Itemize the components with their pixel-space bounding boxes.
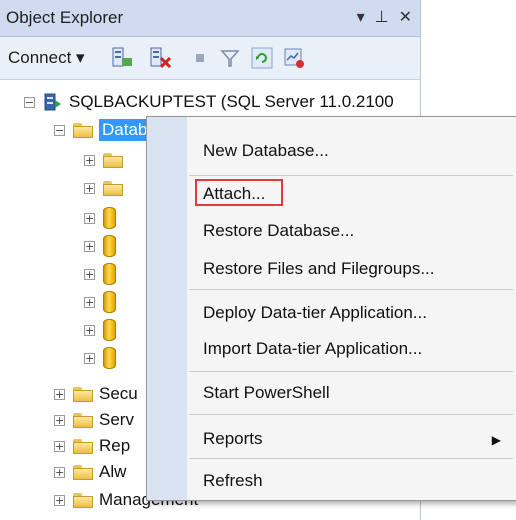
connect-button[interactable]: Connect ▾ bbox=[8, 48, 85, 68]
tree-row-database-4[interactable]: + bbox=[84, 288, 116, 316]
expand-toggle[interactable]: + bbox=[54, 466, 65, 478]
tree-row-database-5[interactable]: + bbox=[84, 316, 116, 344]
tree-row-database-1[interactable]: + bbox=[84, 204, 116, 232]
tree-row-database-6[interactable]: + bbox=[84, 344, 116, 372]
connect-server-icon[interactable] bbox=[110, 46, 134, 70]
stop-icon[interactable] bbox=[188, 46, 212, 70]
menu-item-deploy-data-tier[interactable]: Deploy Data-tier Application... bbox=[203, 303, 427, 323]
expand-toggle[interactable]: + bbox=[54, 414, 65, 426]
menu-item-start-powershell[interactable]: Start PowerShell bbox=[203, 383, 330, 403]
server-label: SQLBACKUPTEST (SQL Server 11.0.2100 bbox=[69, 92, 394, 111]
tree-row-replication[interactable]: + Rep bbox=[54, 432, 130, 460]
database-icon bbox=[103, 235, 116, 257]
menu-item-restore-files[interactable]: Restore Files and Filegroups... bbox=[203, 259, 435, 279]
databases-label: Datab bbox=[99, 119, 151, 141]
menu-item-refresh[interactable]: Refresh bbox=[203, 471, 263, 491]
expand-toggle[interactable]: + bbox=[54, 440, 65, 452]
menu-separator bbox=[189, 458, 513, 459]
sql-server-icon bbox=[44, 93, 61, 111]
close-icon[interactable]: ✕ bbox=[399, 7, 412, 27]
folder-icon bbox=[103, 152, 123, 168]
expand-toggle[interactable]: + bbox=[54, 494, 65, 506]
title-bar: Object Explorer ▾ ⊥ ✕ bbox=[0, 0, 420, 37]
window-dropdown-icon[interactable]: ▾ bbox=[357, 7, 365, 27]
menu-separator bbox=[189, 414, 513, 415]
expand-toggle[interactable]: + bbox=[84, 296, 95, 308]
database-icon bbox=[103, 291, 116, 313]
submenu-arrow-icon: ▶ bbox=[491, 433, 501, 447]
attach-highlight-box bbox=[195, 179, 283, 206]
disconnect-icon[interactable] bbox=[148, 46, 172, 70]
expand-toggle[interactable]: + bbox=[84, 212, 95, 224]
tree-row-security[interactable]: + Secu bbox=[54, 380, 138, 408]
expand-toggle[interactable]: + bbox=[54, 388, 65, 400]
expand-toggle[interactable]: + bbox=[84, 268, 95, 280]
folder-icon bbox=[73, 412, 93, 428]
folder-icon bbox=[73, 464, 93, 480]
menu-item-new-database[interactable]: New Database... bbox=[203, 141, 329, 161]
tree-row-databases[interactable]: − Datab bbox=[54, 116, 151, 144]
title-controls: ▾ ⊥ ✕ bbox=[357, 7, 412, 27]
expand-toggle[interactable]: + bbox=[84, 240, 95, 252]
tree-label: Rep bbox=[99, 436, 131, 455]
collapse-toggle[interactable]: − bbox=[54, 124, 65, 136]
tree-row-database-3[interactable]: + bbox=[84, 260, 116, 288]
database-icon bbox=[103, 347, 116, 369]
tree-row-database-2[interactable]: + bbox=[84, 232, 116, 260]
folder-icon bbox=[73, 492, 93, 508]
context-menu: New Database... Attach... Restore Databa… bbox=[146, 116, 516, 501]
menu-item-import-data-tier[interactable]: Import Data-tier Application... bbox=[203, 339, 422, 359]
activity-monitor-icon[interactable] bbox=[282, 46, 306, 70]
tree-label: Serv bbox=[99, 410, 134, 429]
folder-icon bbox=[73, 122, 93, 138]
filter-icon[interactable] bbox=[218, 46, 242, 70]
folder-icon bbox=[73, 386, 93, 402]
menu-separator bbox=[189, 175, 513, 176]
tree-row-server[interactable]: − SQLBACKUPTEST (SQL Server 11.0.2100 bbox=[24, 88, 394, 116]
expand-toggle[interactable]: + bbox=[84, 154, 95, 166]
database-icon bbox=[103, 319, 116, 341]
database-icon bbox=[103, 207, 116, 229]
tree-label: Secu bbox=[99, 384, 138, 403]
window-title: Object Explorer bbox=[6, 8, 124, 27]
toolbar: Connect ▾ bbox=[0, 37, 420, 80]
menu-item-restore-database[interactable]: Restore Database... bbox=[203, 221, 354, 241]
folder-icon bbox=[73, 438, 93, 454]
folder-icon bbox=[103, 180, 123, 196]
tree-row-child-folder-2[interactable]: + bbox=[84, 174, 123, 202]
menu-gutter bbox=[147, 117, 187, 500]
database-icon bbox=[103, 263, 116, 285]
tree-row-child-folder-1[interactable]: + bbox=[84, 146, 123, 174]
collapse-toggle[interactable]: − bbox=[24, 96, 35, 108]
menu-separator bbox=[189, 371, 513, 372]
menu-separator bbox=[189, 289, 513, 290]
tree-row-alwayson[interactable]: + Alw bbox=[54, 458, 126, 486]
expand-toggle[interactable]: + bbox=[84, 324, 95, 336]
expand-toggle[interactable]: + bbox=[84, 182, 95, 194]
expand-toggle[interactable]: + bbox=[84, 352, 95, 364]
pin-icon[interactable]: ⊥ bbox=[375, 7, 389, 27]
refresh-icon[interactable] bbox=[250, 46, 274, 70]
tree-row-server-objects[interactable]: + Serv bbox=[54, 406, 134, 434]
tree-label: Alw bbox=[99, 462, 127, 481]
menu-item-reports[interactable]: Reports bbox=[203, 429, 263, 449]
